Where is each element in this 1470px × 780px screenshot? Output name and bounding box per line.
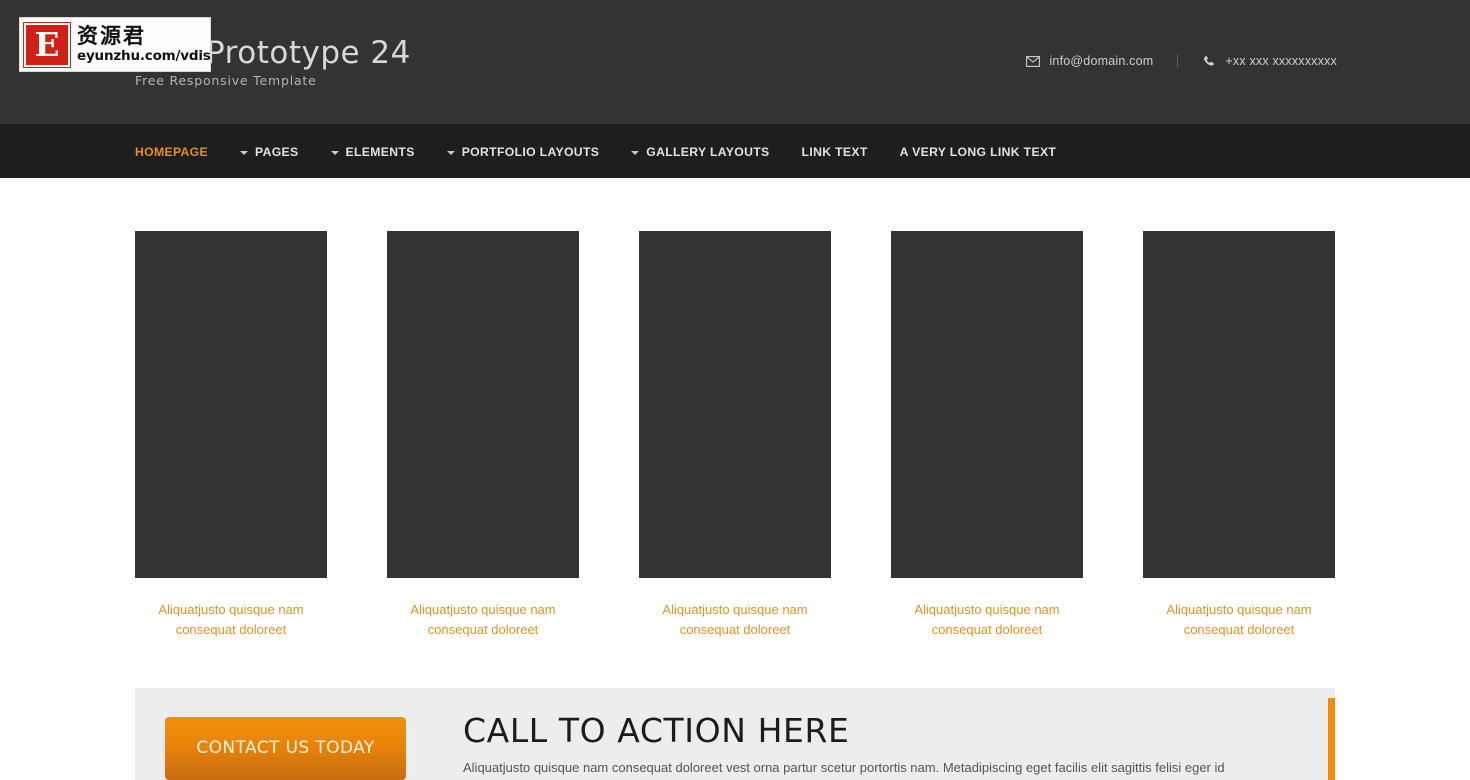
site-subtitle: Free Responsive Template	[135, 73, 317, 88]
cta-heading: CALL TO ACTION HERE	[463, 711, 850, 750]
gallery-thumbnail[interactable]	[891, 231, 1083, 578]
watermark-text: 资源君 eyunzhu.com/vdisk	[77, 23, 211, 64]
chevron-down-icon	[330, 150, 339, 155]
gallery-thumbnail[interactable]	[639, 231, 831, 578]
call-to-action-banner: CONTACT US TODAY CALL TO ACTION HERE Ali…	[135, 688, 1335, 780]
gallery-item[interactable]: Aliquatjusto quisque nam consequat dolor…	[891, 231, 1083, 640]
gallery-caption[interactable]: Aliquatjusto quisque nam consequat dolor…	[387, 600, 579, 640]
gallery-thumbnail[interactable]	[387, 231, 579, 578]
nav-item-label: A VERY LONG LINK TEXT	[899, 144, 1057, 159]
nav-item-label: LINK TEXT	[801, 144, 868, 159]
header-phone[interactable]: +xx xxx xxxxxxxxxx	[1202, 54, 1337, 68]
gallery-caption[interactable]: Aliquatjusto quisque nam consequat dolor…	[891, 600, 1083, 640]
nav-item-label: ELEMENTS	[345, 144, 415, 159]
nav-item-label: PAGES	[255, 144, 299, 159]
gallery-grid: Aliquatjusto quisque nam consequat dolor…	[135, 231, 1335, 640]
gallery-item[interactable]: Aliquatjusto quisque nam consequat dolor…	[639, 231, 831, 640]
watermark-url: eyunzhu.com/vdisk	[77, 47, 211, 64]
nav-item-label: HOMEPAGE	[135, 144, 208, 159]
gallery-caption[interactable]: Aliquatjusto quisque nam consequat dolor…	[639, 600, 831, 640]
nav-item-a-very-long-link-text[interactable]: A VERY LONG LINK TEXT	[900, 145, 1057, 159]
cta-accent-bar	[1328, 698, 1335, 780]
cta-text-block: CALL TO ACTION HERE Aliquatjusto quisque…	[463, 711, 1343, 778]
nav-item-elements[interactable]: ELEMENTS	[330, 144, 415, 159]
nav-item-gallery-layouts[interactable]: GALLERY LAYOUTS	[631, 145, 769, 159]
watermark-cn-text: 资源君	[77, 23, 146, 48]
nav-items-container: HOMEPAGE PAGES ELEMENTS PORTFOLIO LAYOUT…	[135, 124, 1056, 179]
site-header: 200 Prototype 24 Free Responsive Templat…	[0, 0, 1470, 123]
main-navigation: HOMEPAGE PAGES ELEMENTS PORTFOLIO LAYOUT…	[0, 123, 1470, 178]
header-contact-info: info@domain.com +xx xxx xxxxxxxxxx	[1026, 54, 1337, 68]
gallery-thumbnail[interactable]	[135, 231, 327, 578]
contact-divider	[1177, 54, 1179, 68]
chevron-down-icon	[631, 150, 640, 155]
nav-item-link-text[interactable]: LINK TEXT	[802, 145, 868, 159]
watermark-badge: E	[23, 21, 71, 68]
envelope-icon	[1026, 54, 1041, 68]
gallery-caption[interactable]: Aliquatjusto quisque nam consequat dolor…	[1143, 600, 1335, 640]
watermark-overlay: E 资源君 eyunzhu.com/vdisk	[19, 17, 211, 72]
gallery-caption[interactable]: Aliquatjusto quisque nam consequat dolor…	[135, 600, 327, 640]
phone-icon	[1202, 54, 1216, 68]
gallery-item[interactable]: Aliquatjusto quisque nam consequat dolor…	[387, 231, 579, 640]
contact-us-today-button[interactable]: CONTACT US TODAY	[165, 717, 406, 780]
header-email-text: info@domain.com	[1049, 54, 1154, 68]
nav-item-pages[interactable]: PAGES	[240, 145, 299, 159]
nav-item-portfolio-layouts[interactable]: PORTFOLIO LAYOUTS	[446, 144, 600, 159]
nav-item-label: GALLERY LAYOUTS	[646, 144, 770, 159]
gallery-thumbnail[interactable]	[1143, 231, 1335, 578]
chevron-down-icon	[446, 150, 455, 155]
chevron-down-icon	[240, 150, 248, 155]
header-phone-text: +xx xxx xxxxxxxxxx	[1225, 54, 1337, 68]
nav-item-homepage[interactable]: HOMEPAGE	[135, 145, 208, 159]
gallery-item[interactable]: Aliquatjusto quisque nam consequat dolor…	[135, 231, 327, 640]
header-email[interactable]: info@domain.com	[1026, 54, 1153, 68]
cta-body-text: Aliquatjusto quisque nam consequat dolor…	[463, 760, 1225, 775]
nav-item-label: PORTFOLIO LAYOUTS	[461, 144, 600, 159]
gallery-item[interactable]: Aliquatjusto quisque nam consequat dolor…	[1143, 231, 1335, 640]
